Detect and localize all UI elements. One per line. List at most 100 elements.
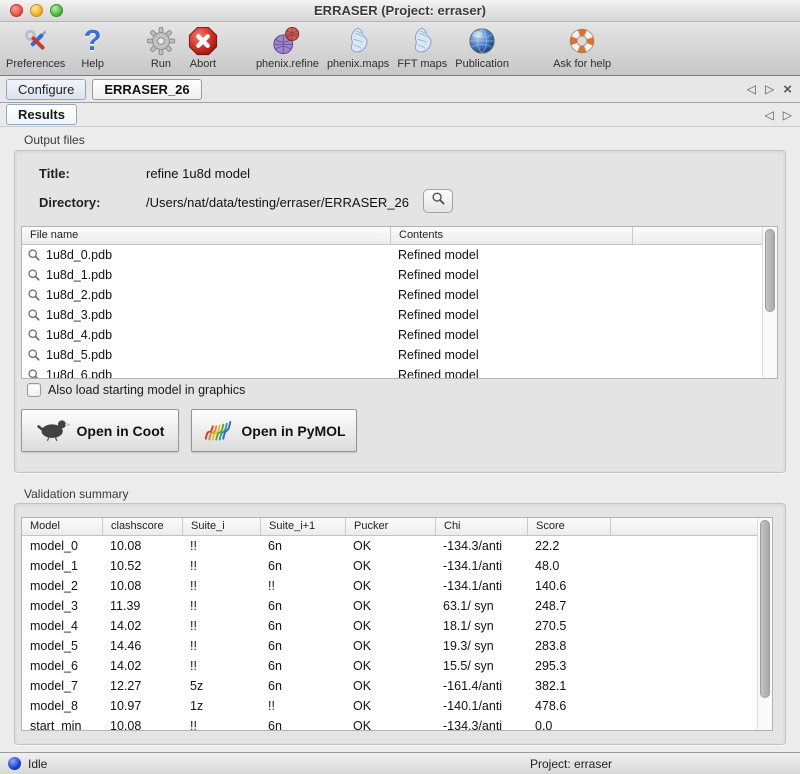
validation-row[interactable]: model_311.39!!6nOK63.1/ syn248.7 (22, 596, 772, 616)
checkbox-label: Also load starting model in graphics (48, 383, 245, 397)
validation-table: Model clashscore Suite_i Suite_i+1 Pucke… (21, 517, 773, 731)
validation-cell: OK (345, 719, 435, 731)
fft-maps-button[interactable]: FFT maps (397, 25, 447, 70)
val-col-model[interactable]: Model (22, 518, 102, 535)
run-button[interactable]: Run (146, 25, 176, 70)
abort-button[interactable]: Abort (188, 25, 218, 70)
validation-cell: model_0 (22, 539, 102, 553)
open-in-coot-button[interactable]: Open in Coot (21, 409, 179, 452)
file-table-col-filename[interactable]: File name (22, 227, 390, 244)
preferences-button[interactable]: Preferences (6, 25, 65, 70)
validation-cell: 10.52 (102, 559, 182, 573)
sub-tab-nav: ◁ ▷ (765, 103, 792, 126)
val-col-empty (610, 518, 772, 535)
validation-cell: 63.1/ syn (435, 599, 527, 613)
file-row[interactable]: 1u8d_0.pdbRefined model (22, 245, 777, 265)
validation-cell: OK (345, 599, 435, 613)
file-table-body: 1u8d_0.pdbRefined model 1u8d_1.pdbRefine… (22, 245, 777, 379)
toolbar-label: Help (81, 58, 104, 70)
val-col-suite-i1[interactable]: Suite_i+1 (260, 518, 345, 535)
publication-button[interactable]: Publication (455, 25, 509, 70)
validation-row[interactable]: model_712.275z6nOK-161.4/anti382.1 (22, 676, 772, 696)
main-tab-bar: Configure ERRASER_26 ◁ ▷ × (0, 76, 800, 103)
validation-row[interactable]: model_514.46!!6nOK19.3/ syn283.8 (22, 636, 772, 656)
toolbar-label: phenix.refine (256, 58, 319, 70)
validation-cell: model_2 (22, 579, 102, 593)
validation-row[interactable]: model_810.971z!!OK-140.1/anti478.6 (22, 696, 772, 716)
tab-scroll-left-icon[interactable]: ◁ (747, 83, 756, 95)
val-col-suite-i[interactable]: Suite_i (182, 518, 260, 535)
validation-row[interactable]: start_min10.08!!6nOK-134.3/anti0.0 (22, 716, 772, 731)
file-name: 1u8d_1.pdb (46, 268, 112, 282)
sub-tab-bar: Results ◁ ▷ (0, 103, 800, 127)
help-button[interactable]: ? Help (81, 25, 104, 70)
validation-cell: -134.1/anti (435, 579, 527, 593)
validation-table-scrollbar[interactable] (757, 518, 772, 730)
project-label: Project: erraser (530, 757, 612, 771)
validation-row[interactable]: model_110.52!!6nOK-134.1/anti48.0 (22, 556, 772, 576)
validation-row[interactable]: model_010.08!!6nOK-134.3/anti22.2 (22, 536, 772, 556)
tab-configure[interactable]: Configure (6, 79, 86, 100)
scrollbar-thumb[interactable] (765, 229, 775, 312)
validation-cell: model_8 (22, 699, 102, 713)
file-contents-cell: Refined model (390, 308, 632, 322)
toolbar-label: phenix.maps (327, 58, 389, 70)
validation-cell: 6n (260, 659, 345, 673)
file-row[interactable]: 1u8d_3.pdbRefined model (22, 305, 777, 325)
globe-icon (467, 25, 497, 57)
file-name: 1u8d_0.pdb (46, 248, 112, 262)
val-col-chi[interactable]: Chi (435, 518, 527, 535)
val-col-score[interactable]: Score (527, 518, 610, 535)
validation-cell: !! (182, 539, 260, 553)
validation-cell: model_5 (22, 639, 102, 653)
validation-row[interactable]: model_614.02!!6nOK15.5/ syn295.3 (22, 656, 772, 676)
toolbar-label: Run (151, 58, 171, 70)
file-name-cell: 1u8d_0.pdb (22, 248, 390, 262)
tab-scroll-left-icon[interactable]: ◁ (765, 109, 774, 121)
validation-cell: 478.6 (527, 699, 610, 713)
file-row[interactable]: 1u8d_2.pdbRefined model (22, 285, 777, 305)
file-name-cell: 1u8d_4.pdb (22, 328, 390, 342)
status-orb-icon (8, 757, 21, 770)
validation-row[interactable]: model_414.02!!6nOK18.1/ syn270.5 (22, 616, 772, 636)
validation-cell: 10.08 (102, 579, 182, 593)
file-table-scrollbar[interactable] (762, 227, 777, 378)
tab-results[interactable]: Results (6, 104, 77, 125)
validation-cell: OK (345, 699, 435, 713)
browse-directory-button[interactable] (423, 189, 453, 213)
validation-cell: !! (182, 579, 260, 593)
status-text: Idle (28, 757, 47, 771)
validation-cell: 14.02 (102, 619, 182, 633)
file-row[interactable]: 1u8d_6.pdbRefined model (22, 365, 777, 379)
close-window-button[interactable] (10, 4, 23, 17)
validation-cell: 248.7 (527, 599, 610, 613)
validation-cell: start_min (22, 719, 102, 731)
zoom-window-button[interactable] (50, 4, 63, 17)
app-window: ERRASER (Project: erraser) Preferences (0, 0, 800, 774)
tab-erraser-26[interactable]: ERRASER_26 (92, 79, 201, 100)
toolbar-label: FFT maps (397, 58, 447, 70)
ask-for-help-button[interactable]: Ask for help (553, 25, 611, 70)
validation-cell: 14.02 (102, 659, 182, 673)
minimize-window-button[interactable] (30, 4, 43, 17)
file-table-col-contents[interactable]: Contents (390, 227, 632, 244)
scrollbar-thumb[interactable] (760, 520, 770, 698)
toolbar: Preferences ? Help (0, 22, 800, 76)
open-in-pymol-button[interactable]: Open in PyMOL (191, 409, 357, 452)
magnifier-icon (27, 288, 41, 302)
val-col-clashscore[interactable]: clashscore (102, 518, 182, 535)
phenix-refine-button[interactable]: phenix.refine (256, 25, 319, 70)
val-col-pucker[interactable]: Pucker (345, 518, 435, 535)
file-row[interactable]: 1u8d_1.pdbRefined model (22, 265, 777, 285)
file-row[interactable]: 1u8d_5.pdbRefined model (22, 345, 777, 365)
tab-scroll-right-icon[interactable]: ▷ (765, 83, 774, 95)
validation-row[interactable]: model_210.08!!!!OK-134.1/anti140.6 (22, 576, 772, 596)
tab-close-icon[interactable]: × (783, 82, 792, 97)
load-starting-model-checkbox[interactable] (27, 383, 41, 397)
tab-scroll-right-icon[interactable]: ▷ (783, 109, 792, 121)
validation-cell: 1z (182, 699, 260, 713)
phenix-maps-button[interactable]: phenix.maps (327, 25, 389, 70)
map-mesh-icon (344, 25, 372, 57)
file-row[interactable]: 1u8d_4.pdbRefined model (22, 325, 777, 345)
validation-cell: OK (345, 559, 435, 573)
